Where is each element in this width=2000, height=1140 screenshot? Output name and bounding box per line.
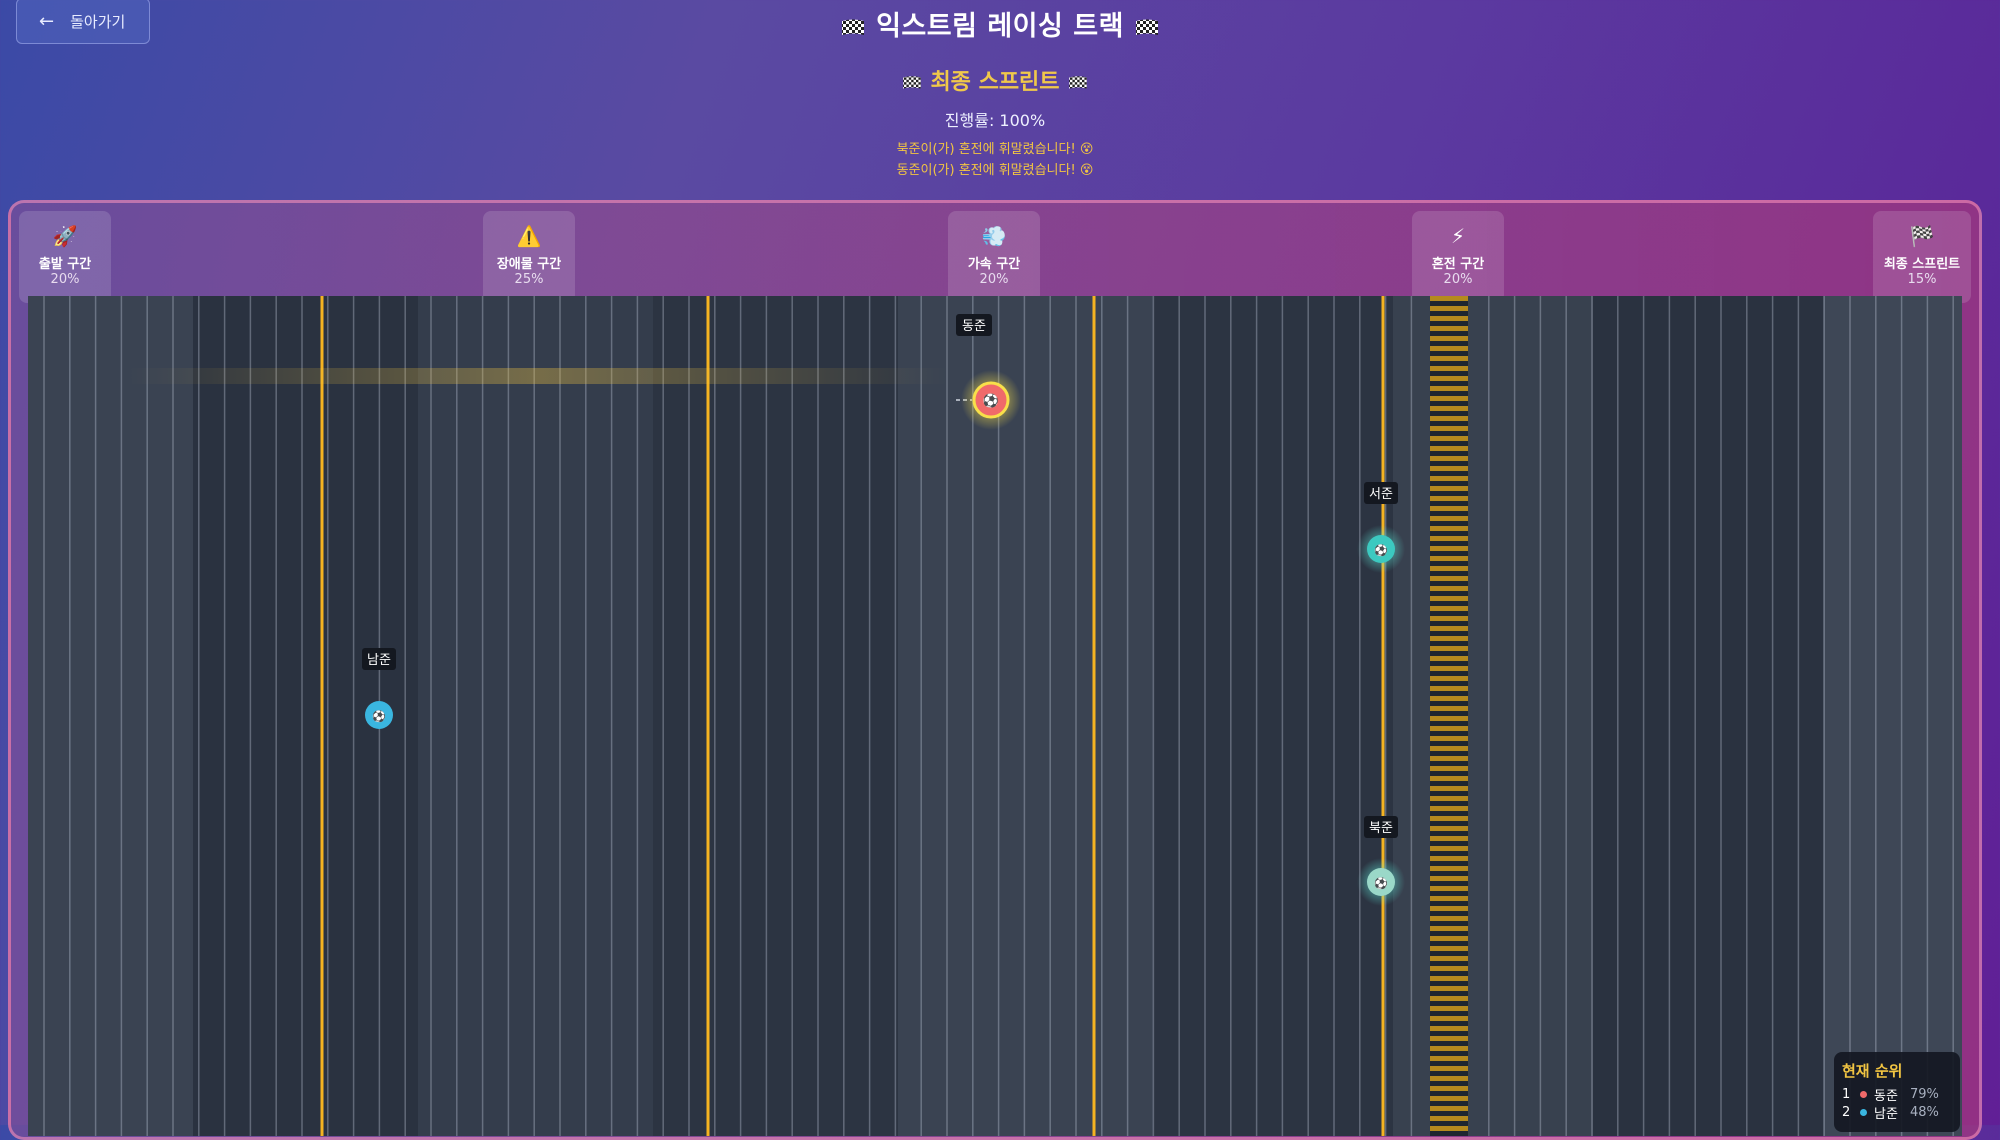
soccer-ball-icon: ⚽ bbox=[371, 710, 386, 723]
stage-title: 최종 스프린트 bbox=[0, 64, 1990, 96]
wind-icon: 💨 bbox=[981, 224, 1007, 248]
zone-tab-boost: 💨 가속 구간 20% bbox=[948, 211, 1040, 303]
event-message: 동준이(가) 혼전에 휘말렸습니다! 😵 bbox=[896, 163, 1094, 178]
racer-label: 서준 bbox=[1369, 487, 1393, 502]
race-track: 동준 ⚽ 서준 ⚽ 남준 ⚽ 북준 ⚽ bbox=[28, 296, 1962, 1136]
stage-title-text: 최종 스프린트 bbox=[930, 70, 1060, 95]
track-band bbox=[1153, 296, 1393, 1136]
checkered-flag-icon bbox=[842, 19, 865, 35]
track-band bbox=[418, 296, 653, 1136]
track-band bbox=[898, 296, 1153, 1136]
soccer-ball-icon: ⚽ bbox=[1373, 544, 1388, 557]
track-band bbox=[1593, 296, 1823, 1136]
page-title: 익스트림 레이싱 트랙 bbox=[0, 4, 2000, 43]
track-band bbox=[1393, 296, 1593, 1136]
checkered-flag-icon bbox=[1135, 19, 1158, 35]
track-band bbox=[28, 296, 193, 1136]
chaos-barrier bbox=[1430, 296, 1468, 1136]
leaderboard-row: 2 남준 48% bbox=[1842, 1104, 1939, 1122]
track-band bbox=[1823, 296, 1962, 1136]
zone-tab-chaos: ⚡ 혼전 구간 20% bbox=[1412, 211, 1504, 303]
racer-color-dot bbox=[1860, 1108, 1867, 1116]
track-canvas: 동준 ⚽ 서준 ⚽ 남준 ⚽ 북준 ⚽ bbox=[28, 296, 1962, 1136]
page-title-text: 익스트림 레이싱 트랙 bbox=[876, 11, 1124, 42]
racer-color-dot bbox=[1860, 1090, 1867, 1098]
racer-label: 남준 bbox=[367, 653, 391, 668]
zone-tab-final: 🏁 최종 스프린트 15% bbox=[1873, 211, 1971, 303]
leaderboard: 현재 순위 1 동준 79% 2 남준 48% bbox=[1834, 1052, 1960, 1132]
lightning-icon: ⚡ bbox=[1450, 224, 1466, 248]
leaderboard-title: 현재 순위 bbox=[1842, 1062, 1903, 1080]
rocket-icon: 🚀 bbox=[52, 224, 78, 248]
racer-label: 동준 bbox=[962, 319, 986, 334]
progress-text: 진행률: 100% bbox=[944, 111, 1046, 130]
event-message: 북준이(가) 혼전에 휘말렸습니다! 😵 bbox=[896, 142, 1094, 157]
zone-tab-obstacle: ⚠️ 장애물 구간 25% bbox=[483, 211, 575, 303]
zone-tab-start: 🚀 출발 구간 20% bbox=[19, 211, 111, 303]
racer-label: 북준 bbox=[1369, 821, 1393, 836]
leaderboard-row: 1 동준 79% bbox=[1842, 1086, 1939, 1104]
checkered-flag-icon bbox=[1069, 76, 1088, 89]
soccer-ball-icon: ⚽ bbox=[1373, 877, 1388, 890]
soccer-ball-icon: ⚽ bbox=[982, 393, 999, 409]
warning-icon: ⚠️ bbox=[516, 224, 542, 248]
checkered-flag-icon: 🏁 bbox=[1909, 224, 1935, 248]
speed-trail bbox=[128, 368, 948, 384]
checkered-flag-icon bbox=[902, 76, 921, 89]
